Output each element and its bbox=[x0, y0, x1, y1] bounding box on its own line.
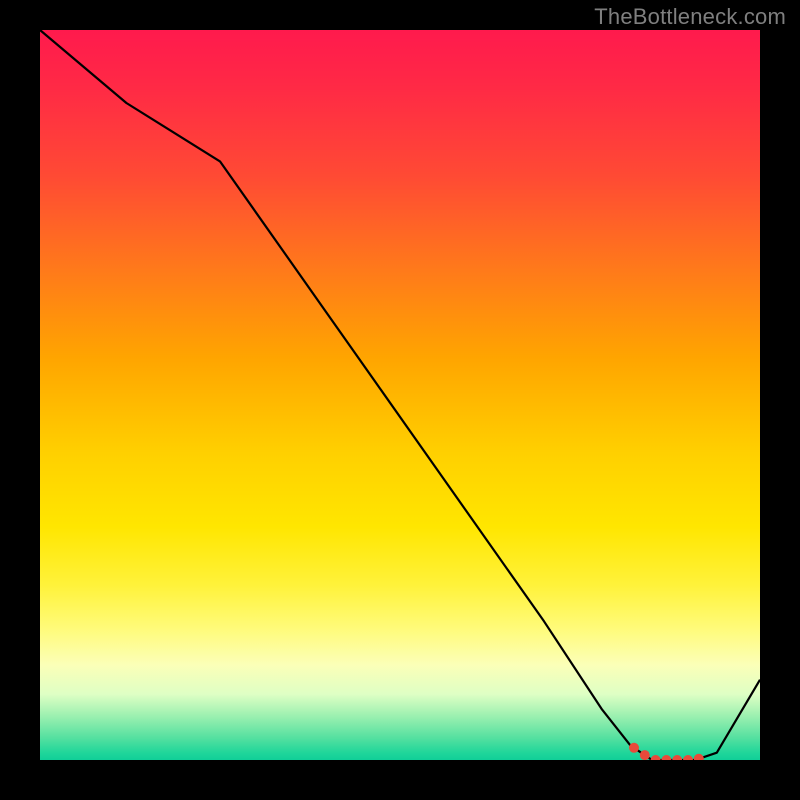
recommended-marker bbox=[683, 755, 693, 760]
bottleneck-curve bbox=[40, 30, 760, 760]
recommended-marker bbox=[651, 755, 661, 760]
attribution-text: TheBottleneck.com bbox=[594, 4, 786, 30]
chart-container: TheBottleneck.com bbox=[0, 0, 800, 800]
plot-area bbox=[40, 30, 760, 760]
curve-svg bbox=[40, 30, 760, 760]
recommended-marker bbox=[629, 743, 639, 753]
recommended-marker bbox=[661, 755, 671, 760]
recommended-marker bbox=[640, 750, 650, 760]
recommended-marker bbox=[694, 754, 704, 760]
recommended-marker bbox=[672, 755, 682, 760]
